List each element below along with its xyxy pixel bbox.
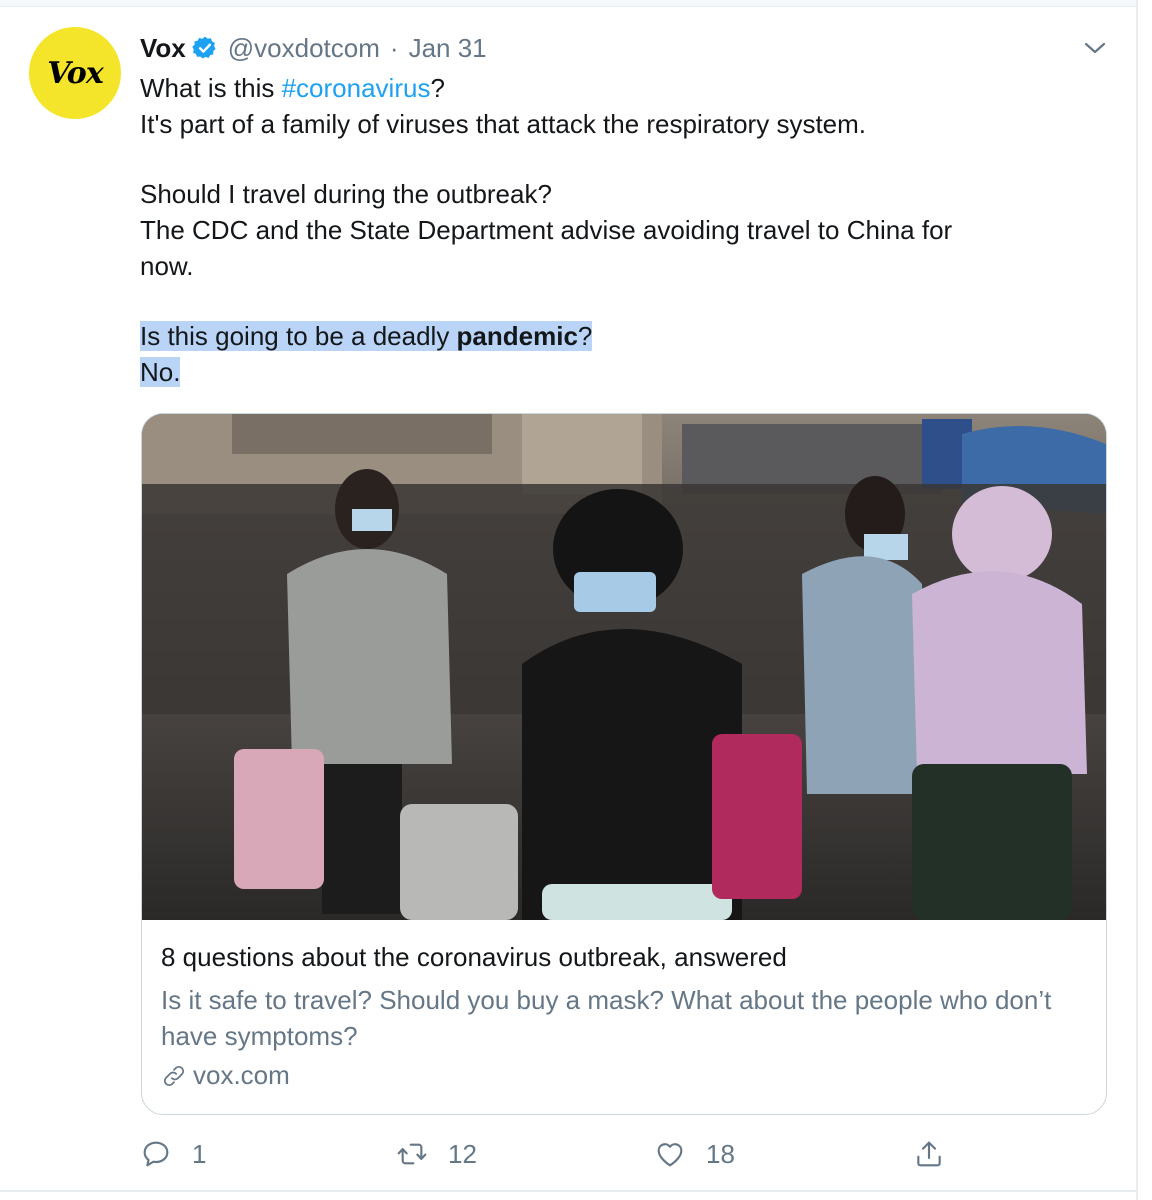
tweet-line: What is this #coronavirus? (140, 73, 445, 103)
card-photo-illustration (142, 414, 1106, 920)
card-title[interactable]: 8 questions about the coronavirus outbre… (161, 942, 787, 973)
timeline-right-border (1136, 0, 1138, 1200)
like-count: 18 (706, 1138, 735, 1169)
tweet-line: now. (140, 251, 194, 281)
link-icon (163, 1065, 185, 1086)
reply-button[interactable]: 1 (140, 1134, 206, 1174)
selected-text: No. (140, 357, 181, 387)
card-domain[interactable]: vox.com (161, 1060, 290, 1091)
avatar-logo-text: Vox (47, 55, 103, 91)
tweet-line-selected: No. (140, 354, 1100, 390)
tweet-line-selected: Is this going to be a deadly pandemic? (140, 318, 1100, 354)
tweet-actions: 1 12 18 (140, 1134, 960, 1174)
author-handle[interactable]: @voxdotcom (228, 33, 380, 64)
tweet-date[interactable]: Jan 31 (409, 33, 487, 64)
retweet-button[interactable]: 12 (396, 1134, 477, 1174)
link-card[interactable]: 8 questions about the coronavirus outbre… (141, 413, 1107, 1115)
tweet-body: What is this #coronavirus? It's part of … (140, 70, 1100, 390)
tweet-line: It's part of a family of viruses that at… (140, 109, 867, 139)
bottom-divider (0, 1190, 1136, 1192)
reply-count: 1 (192, 1138, 207, 1169)
tweet-header: Vox @voxdotcom · Jan 31 (140, 31, 487, 65)
avatar[interactable]: Vox (29, 27, 121, 119)
reply-icon (143, 1141, 169, 1167)
tweet-line: The CDC and the State Department advise … (140, 215, 953, 245)
verified-badge-icon (192, 36, 216, 59)
card-domain-text: vox.com (193, 1060, 290, 1090)
tweet-line: Should I travel during the outbreak? (140, 179, 552, 209)
selected-text: Is this going to be a deadly pandemic? (140, 321, 593, 351)
share-button[interactable] (913, 1134, 945, 1174)
hashtag-link[interactable]: #coronavirus (282, 73, 431, 103)
card-photo[interactable] (142, 414, 1106, 920)
share-icon (917, 1141, 941, 1167)
top-divider (0, 0, 1136, 7)
header-separator: · (389, 32, 399, 63)
heart-icon (657, 1143, 683, 1167)
chevron-down-icon[interactable] (1083, 36, 1107, 60)
like-button[interactable]: 18 (654, 1134, 735, 1174)
card-description: Is it safe to travel? Should you buy a m… (161, 985, 1052, 1051)
author-name[interactable]: Vox (140, 33, 186, 64)
retweet-count: 12 (448, 1138, 477, 1169)
retweet-icon (397, 1143, 427, 1165)
